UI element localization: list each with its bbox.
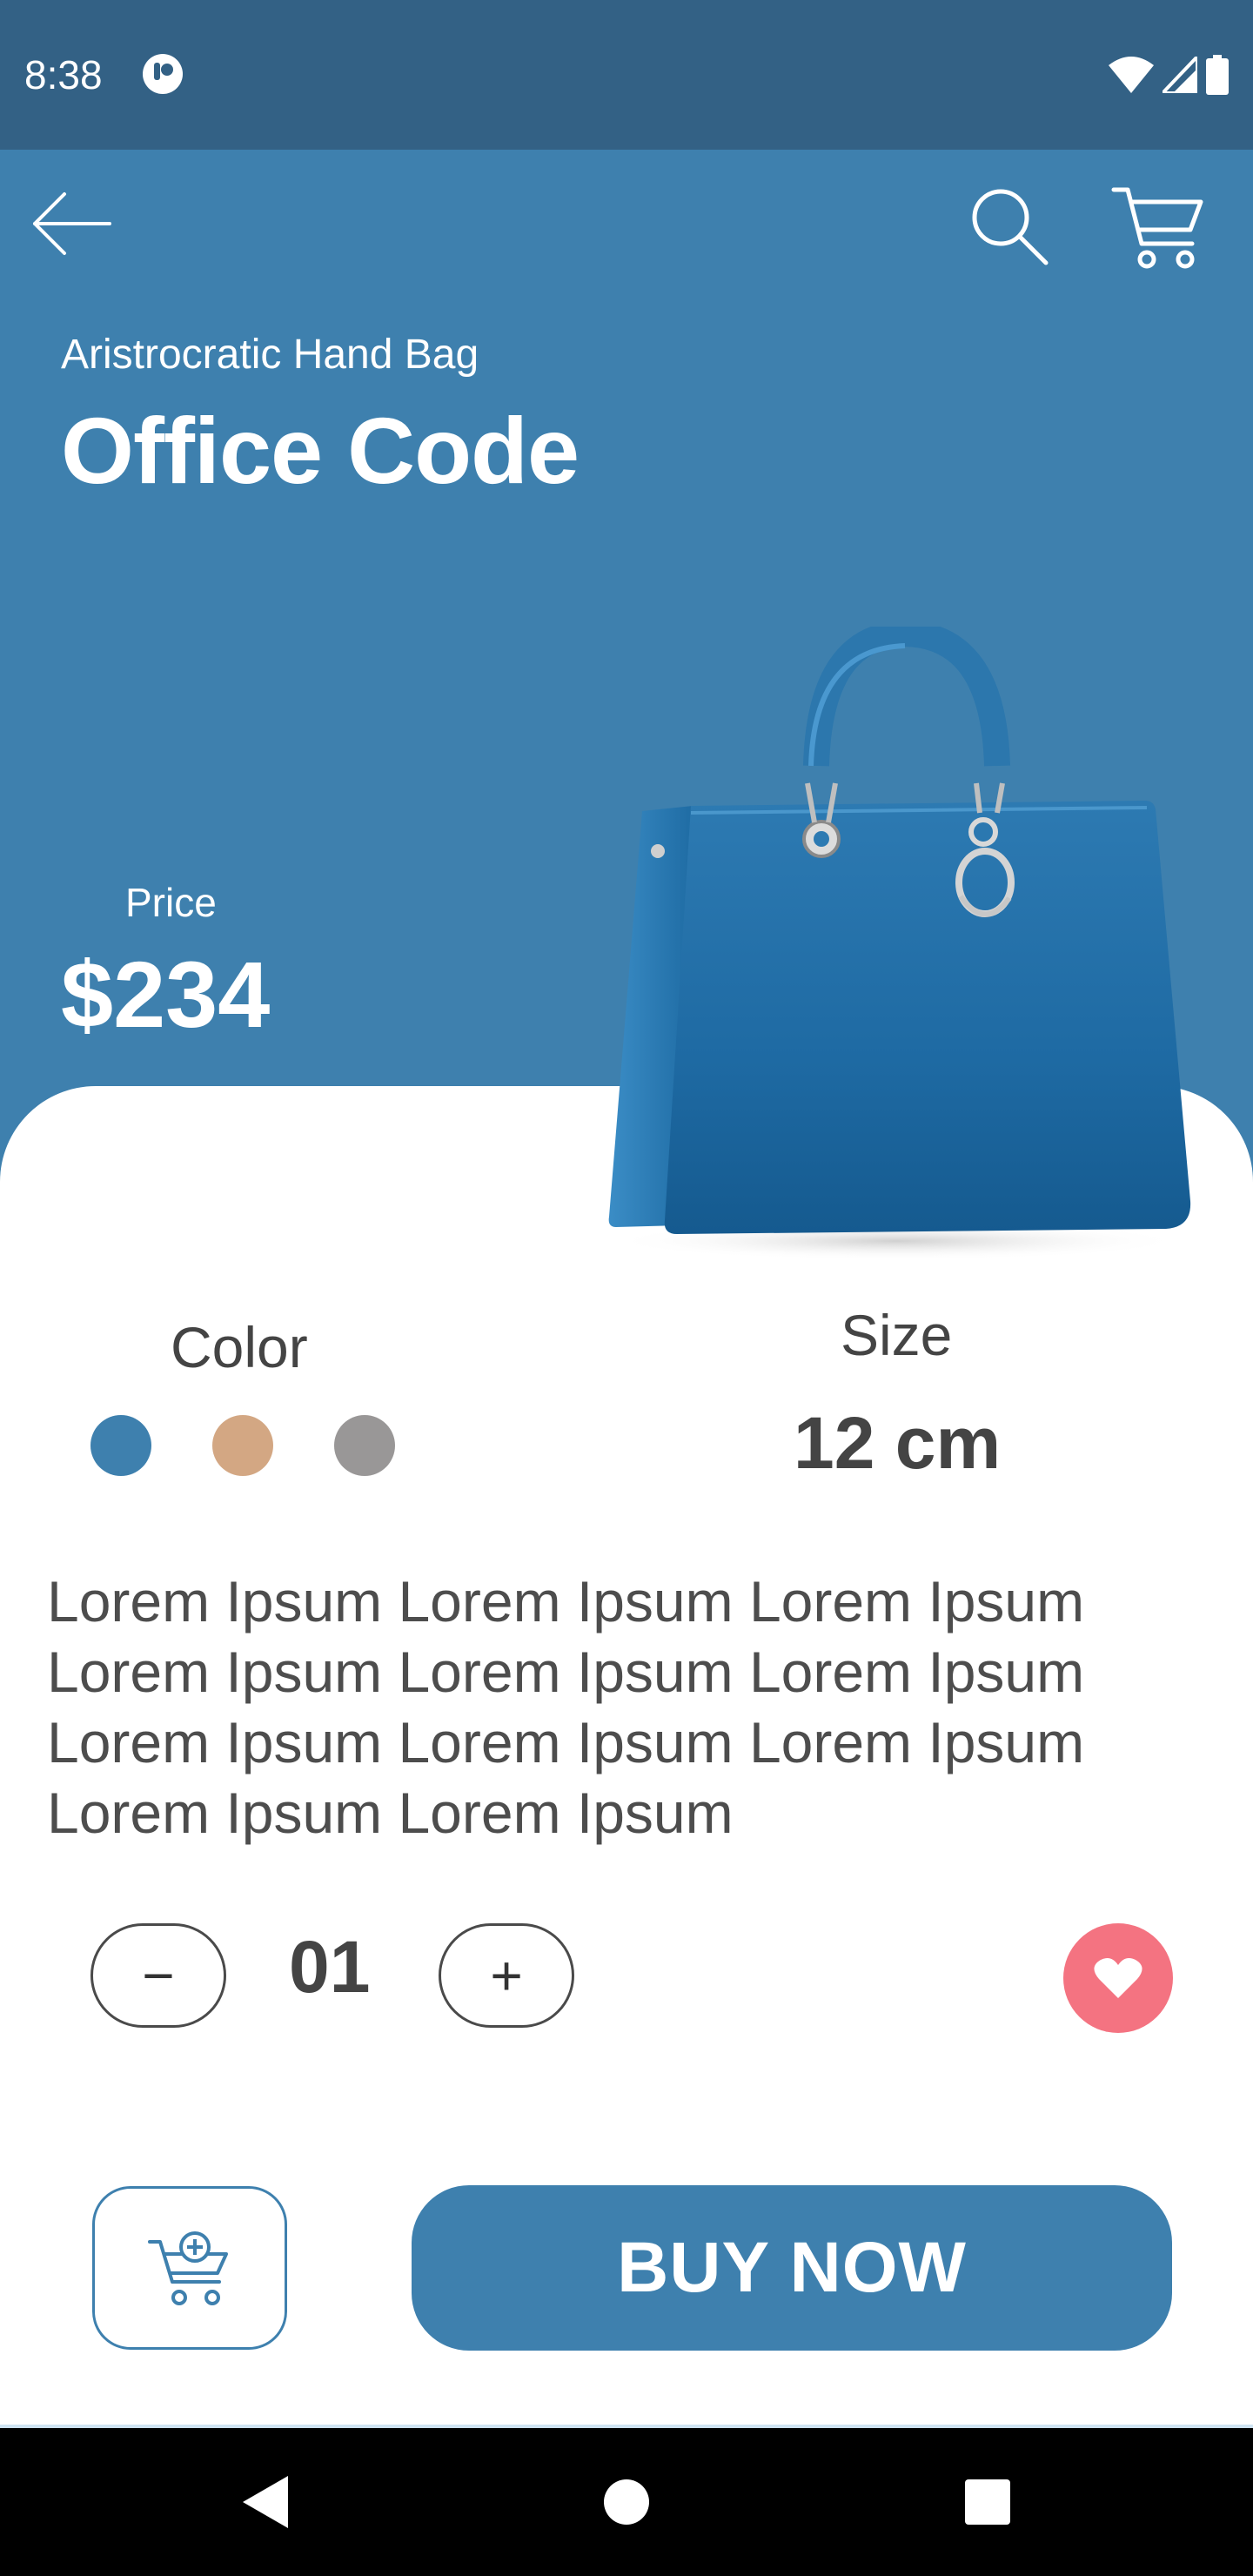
search-button[interactable] [966, 183, 1053, 270]
price-value: $234 [61, 942, 271, 1047]
cart-icon [1111, 187, 1203, 269]
price-label: Price [125, 880, 217, 925]
add-to-cart-button[interactable] [92, 2186, 287, 2350]
color-swatch-gray[interactable] [334, 1415, 395, 1476]
signal-icon [1163, 57, 1197, 93]
color-swatch-tan[interactable] [212, 1415, 273, 1476]
system-navigation-bar [0, 2428, 1253, 2576]
app-notification-icon [143, 54, 183, 94]
buy-now-button[interactable]: BUY NOW [412, 2185, 1172, 2351]
status-bar: 8:38 [0, 0, 1253, 150]
cart-button[interactable] [1110, 181, 1206, 272]
nav-home-button[interactable] [587, 2463, 666, 2541]
triangle-back-icon [243, 2476, 288, 2528]
circle-home-icon [604, 2479, 649, 2525]
search-icon [972, 189, 1049, 265]
square-recents-icon [965, 2479, 1010, 2525]
product-image [608, 627, 1191, 1260]
back-button[interactable] [30, 187, 117, 260]
battery-icon [1206, 55, 1229, 95]
quantity-value: 01 [289, 1926, 371, 2008]
color-label: Color [171, 1315, 308, 1379]
product-title: Office Code [61, 398, 580, 503]
size-value: 12 cm [794, 1402, 1002, 1484]
wifi-icon [1109, 57, 1154, 93]
quantity-decrease-button[interactable]: − [90, 1923, 226, 2028]
favorite-button[interactable] [1063, 1923, 1173, 2033]
color-swatch-blue[interactable] [90, 1415, 151, 1476]
status-time: 8:38 [24, 52, 103, 97]
heart-icon [1094, 1958, 1142, 1998]
arrow-left-icon [33, 192, 111, 255]
status-icons [1109, 52, 1229, 97]
product-description: Lorem Ipsum Lorem Ipsum Lorem Ipsum Lore… [47, 1569, 1085, 1845]
cart-plus-icon [148, 2231, 228, 2305]
nav-back-button[interactable] [226, 2463, 305, 2541]
plus-icon: + [490, 1944, 523, 2007]
nav-recents-button[interactable] [948, 2463, 1027, 2541]
product-subtitle: Aristrocratic Hand Bag [61, 332, 479, 378]
minus-icon: − [142, 1944, 175, 2007]
size-label: Size [841, 1303, 953, 1367]
quantity-increase-button[interactable]: + [439, 1923, 574, 2028]
